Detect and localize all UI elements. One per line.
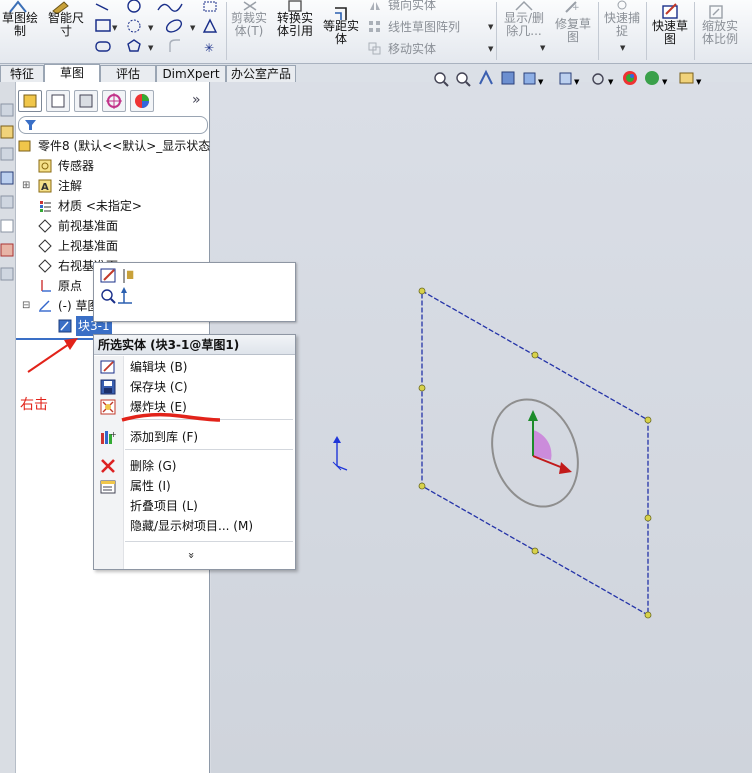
property-manager-icon (51, 94, 65, 108)
display-manager-tab[interactable] (130, 90, 154, 112)
tab-office-products[interactable]: 办公室产品 (226, 65, 296, 82)
quick-snaps-button[interactable]: 快速捕 捉 (600, 12, 644, 38)
properties-icon (100, 480, 116, 494)
apply-scene-icon: ▼ (645, 71, 668, 86)
edit-sketch-icon (100, 268, 116, 283)
view-orientation-icon: ▼ (523, 72, 544, 86)
rapid-sketch-icon (662, 3, 678, 19)
feature-manager-tab[interactable] (18, 90, 42, 112)
collapse-toggle-icon[interactable]: ⊟ (22, 296, 30, 316)
scale-entities-icon (709, 5, 723, 19)
tree-root-part[interactable]: 零件8 (默认<<默认>_显示状态 (16, 136, 210, 156)
zoom-area-icon (456, 72, 471, 87)
triad-plane-icon (533, 430, 552, 460)
material-icon (40, 201, 51, 212)
delete-icon (101, 459, 115, 473)
command-ribbon: 草图绘 制 智能尺 寸 ✳ ▼ ▼ ▼ ▼ 剪裁实 体(T) 转换实 体引用 等… (0, 0, 752, 64)
tab-sketch[interactable]: 草图 (44, 64, 100, 82)
svg-text:+: + (110, 430, 116, 439)
annotation-marks (27, 338, 220, 422)
menu-item-properties[interactable]: 属性 (I) (94, 476, 295, 496)
hide-show-items-icon: ▼ (592, 73, 614, 86)
svg-text:✳: ✳ (204, 41, 214, 55)
menu-item-add-to-library[interactable]: + 添加到库 (F) (94, 427, 295, 447)
view-settings-icon: ▼ (679, 72, 702, 86)
configuration-icon (79, 94, 93, 108)
tab-evaluate[interactable]: 评估 (100, 65, 156, 82)
expand-panel-icon[interactable]: » (192, 92, 201, 108)
display-delete-relations-button[interactable]: 显示/删 除几... (500, 12, 548, 38)
annotation-icon: A (38, 179, 52, 193)
linear-pattern-button[interactable]: 线性草图阵列 (388, 20, 460, 34)
previous-view-icon (479, 69, 493, 85)
add-library-icon: + (101, 430, 116, 444)
zoom-selection-icon (101, 289, 116, 304)
dimension-icon: ▇ (123, 269, 134, 283)
convert-entities-button[interactable]: 转换实 体引用 (274, 12, 316, 38)
plane-icon (38, 239, 52, 253)
tree-filter-input[interactable] (18, 116, 208, 134)
menu-item-collapse-items[interactable]: 折叠项目 (L) (94, 496, 295, 516)
heads-up-view-toolbar[interactable]: ▼ ▼ ▼ ▼ ▼ (430, 68, 750, 90)
part-icon (18, 140, 31, 152)
filter-funnel-icon (25, 120, 36, 130)
tab-dimxpert[interactable]: DimXpert (156, 65, 226, 82)
configuration-manager-tab[interactable] (74, 90, 98, 112)
trim-entities-button[interactable]: 剪裁实 体(T) (228, 12, 270, 38)
sketch-button[interactable]: 草图绘 制 (0, 12, 40, 38)
task-pane-strip (0, 82, 16, 773)
edit-appearance-icon (623, 71, 637, 85)
svg-text:+: + (572, 3, 580, 13)
svg-text:▼: ▼ (538, 78, 544, 86)
rapid-sketch-button[interactable]: 快速草 图 (648, 20, 692, 46)
svg-text:▇: ▇ (126, 270, 134, 279)
menu-item-delete[interactable]: 删除 (G) (94, 456, 295, 476)
offset-entities-button[interactable]: 等距实 体 (318, 20, 364, 46)
display-style-icon: ▼ (559, 72, 580, 86)
svg-text:▼: ▼ (608, 78, 614, 86)
annotation-right-click-label: 右击 (20, 397, 48, 413)
scale-entities-button[interactable]: 缩放实 体比例 (696, 20, 744, 46)
move-entities-button[interactable]: 移动实体 (388, 42, 436, 56)
menu-item-hide-show-tree-items[interactable]: 隐藏/显示树项目... (M) (94, 516, 295, 536)
svg-text:▼: ▼ (696, 78, 702, 86)
repair-sketch-icon: + (565, 1, 580, 13)
smart-dimension-button[interactable]: 智能尺 寸 (44, 12, 88, 38)
dimxpert-icon (106, 93, 122, 109)
tab-features[interactable]: 特征 (0, 65, 44, 82)
dimxpert-manager-tab[interactable] (102, 90, 126, 112)
mini-toolbar-icons[interactable]: ▇ (100, 267, 140, 311)
normal-to-icon (118, 287, 132, 304)
panel-tabs: » (16, 88, 210, 114)
property-manager-tab[interactable] (46, 90, 70, 112)
sketch-tree-icon (39, 300, 51, 312)
origin-icon (41, 280, 51, 292)
plane-icon (38, 219, 52, 233)
move-entities-icon (368, 42, 381, 55)
zoom-to-fit-icon (434, 72, 449, 87)
svg-text:▼: ▼ (574, 78, 580, 86)
expand-menu-chevron-icon[interactable]: » (185, 552, 198, 559)
sensor-icon (38, 159, 52, 173)
section-view-icon (501, 71, 515, 85)
svg-text:A: A (41, 182, 49, 193)
feature-tree-icon (23, 94, 37, 108)
display-manager-icon (135, 94, 149, 108)
repair-sketch-button[interactable]: 修复草 图 (552, 18, 594, 44)
linear-pattern-icon (369, 21, 380, 32)
context-mini-toolbar: ▇ (93, 262, 296, 322)
expand-toggle-icon[interactable]: ⊞ (22, 176, 30, 196)
mirror-entities-button[interactable]: 镜向实体 (388, 0, 436, 12)
mirror-icon (370, 2, 380, 10)
left-toolbar-icons[interactable] (0, 82, 16, 282)
svg-text:▼: ▼ (662, 78, 668, 86)
plane-icon (38, 259, 52, 273)
